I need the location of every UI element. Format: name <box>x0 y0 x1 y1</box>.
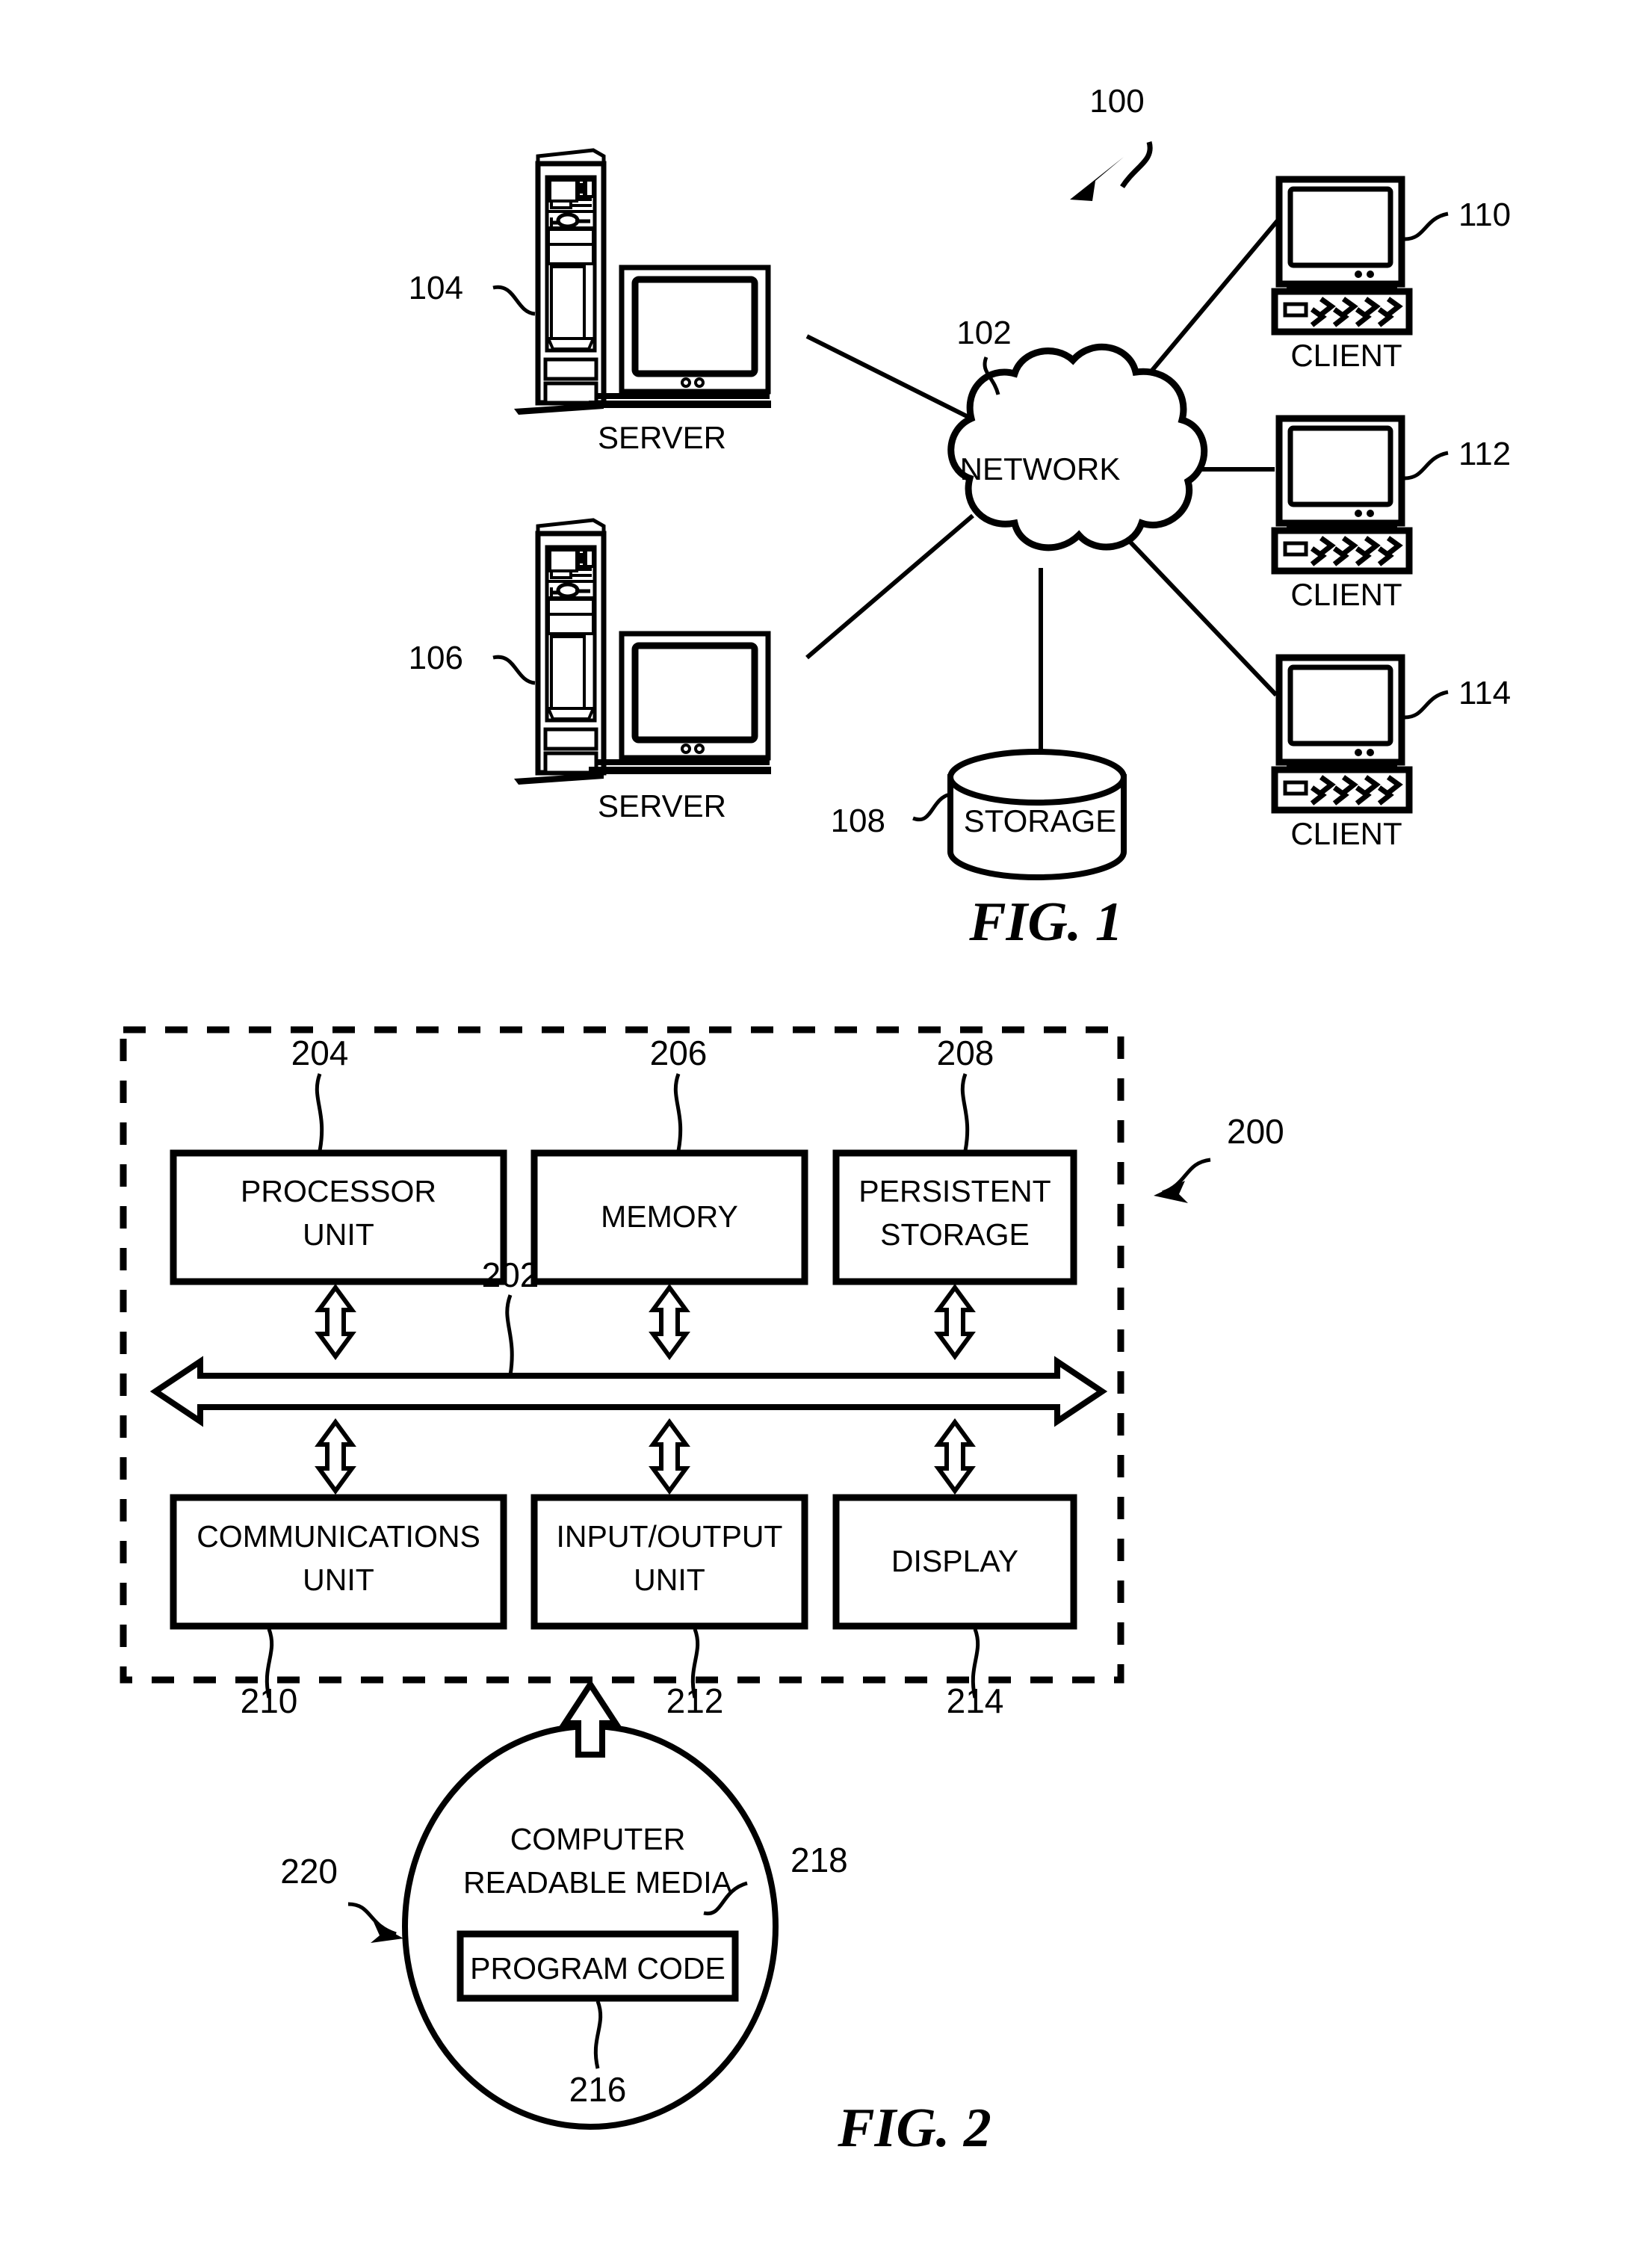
program-code-box-shape <box>457 1930 739 2002</box>
communications-bus-shape <box>149 1356 1108 1427</box>
persistent-storage-box-shape <box>832 1149 1077 1285</box>
bus-arrow-io <box>653 1422 686 1491</box>
computer-readable-media-shape <box>402 1723 779 2130</box>
server-106-group <box>514 520 771 785</box>
storage-cylinder-shape <box>947 749 1127 880</box>
processor-unit-box-shape <box>170 1149 507 1285</box>
display-box-shape <box>832 1494 1077 1630</box>
memory-box-shape <box>530 1149 808 1285</box>
bus-arrow-persistent-storage <box>938 1288 971 1356</box>
client-114-group <box>1275 658 1409 810</box>
client-110-group <box>1275 179 1409 332</box>
server-104-group <box>514 150 771 415</box>
bus-arrow-memory <box>653 1288 686 1356</box>
bus-arrow-display <box>938 1422 971 1491</box>
client-112-group <box>1275 418 1409 571</box>
patent-drawing-sheet: 100 104 106 102 NETWORK 108 STORAGE SERV… <box>0 0 1646 2268</box>
communications-unit-box-shape <box>170 1494 507 1630</box>
bus-arrow-communications <box>319 1422 352 1491</box>
input-output-unit-box-shape <box>530 1494 808 1630</box>
bus-arrow-processor <box>319 1288 352 1356</box>
